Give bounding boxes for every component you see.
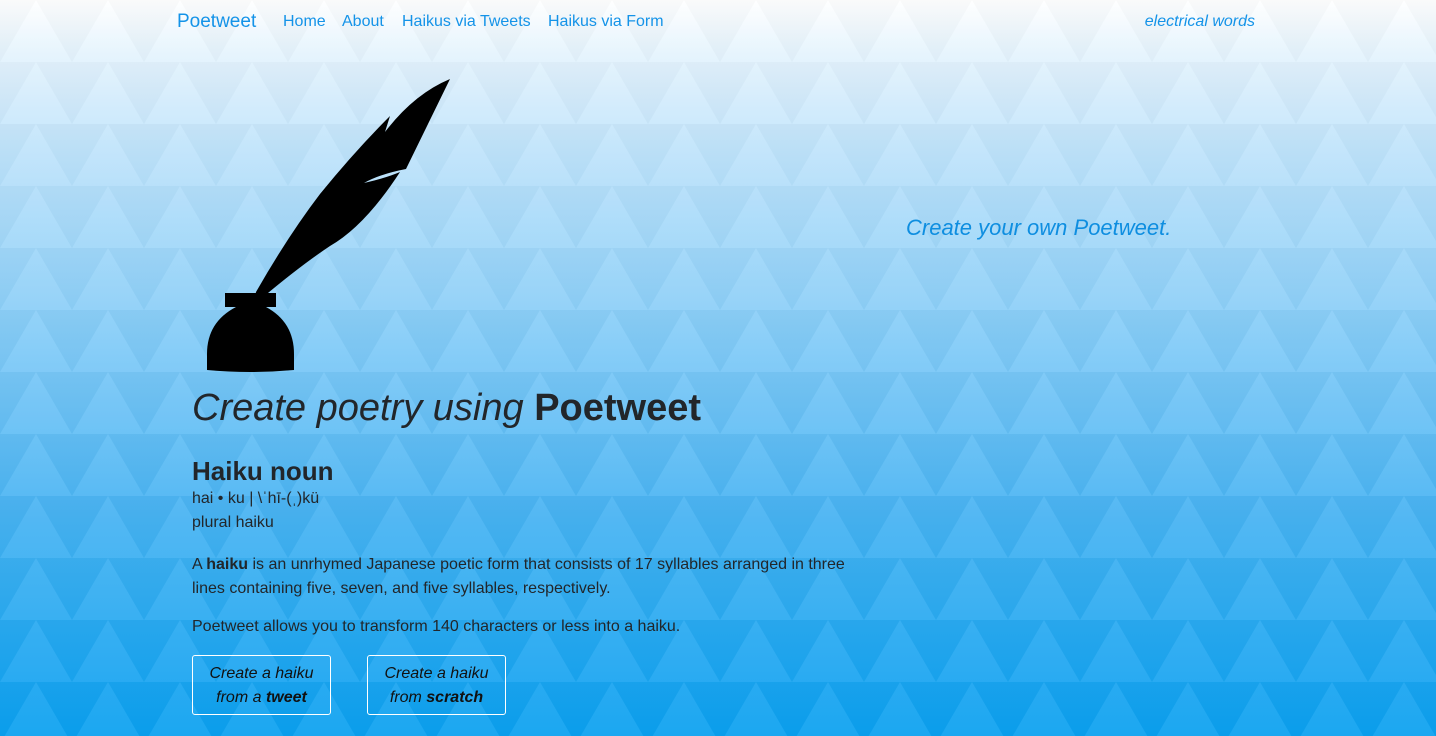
definition-rest: is an unrhymed Japanese poetic form that… bbox=[192, 556, 845, 597]
term-word: Haiku bbox=[192, 456, 263, 486]
part-of-speech: noun bbox=[262, 456, 334, 486]
top-navbar: Poetweet Home About Haikus via Tweets Ha… bbox=[0, 0, 1436, 46]
tweet-button-line2-prefix: from a bbox=[216, 689, 266, 706]
plural-form: plural haiku bbox=[192, 514, 274, 531]
create-your-own-link[interactable]: Create your own Poetweet. bbox=[906, 215, 1171, 241]
nav-about-link[interactable]: About bbox=[342, 13, 384, 31]
nav-haikus-tweets-link[interactable]: Haikus via Tweets bbox=[402, 13, 531, 31]
navbar-tagline: electrical words bbox=[1144, 13, 1255, 30]
create-from-scratch-button[interactable]: Create a haiku from scratch bbox=[367, 655, 506, 715]
scratch-button-line2-prefix: from bbox=[389, 689, 427, 706]
definition-term: Haiku noun bbox=[192, 456, 334, 487]
brand-link[interactable]: Poetweet bbox=[177, 11, 256, 33]
definition-prefix: A bbox=[192, 556, 207, 573]
pronunciation: hai • ku | \ˈhī-(ˌ)kü bbox=[192, 490, 320, 507]
nav-haikus-form-link[interactable]: Haikus via Form bbox=[548, 13, 664, 31]
quill-inkwell-icon bbox=[207, 79, 450, 372]
hero-headline: Create poetry using Poetweet bbox=[192, 387, 701, 430]
tweet-button-line1: Create a haiku bbox=[209, 665, 314, 682]
scratch-button-line2-bold: scratch bbox=[426, 689, 484, 706]
definition-term-bold: haiku bbox=[206, 556, 249, 573]
headline-lead: Create poetry using bbox=[192, 387, 535, 429]
create-from-tweet-button[interactable]: Create a haiku from a tweet bbox=[192, 655, 331, 715]
definition-text: A haiku is an unrhymed Japanese poetic f… bbox=[192, 553, 882, 601]
nav-home-link[interactable]: Home bbox=[283, 13, 326, 31]
description-text: Poetweet allows you to transform 140 cha… bbox=[192, 618, 681, 635]
tweet-button-line2-bold: tweet bbox=[265, 689, 307, 706]
headline-brand: Poetweet bbox=[534, 387, 702, 429]
scratch-button-line1: Create a haiku bbox=[384, 665, 489, 682]
